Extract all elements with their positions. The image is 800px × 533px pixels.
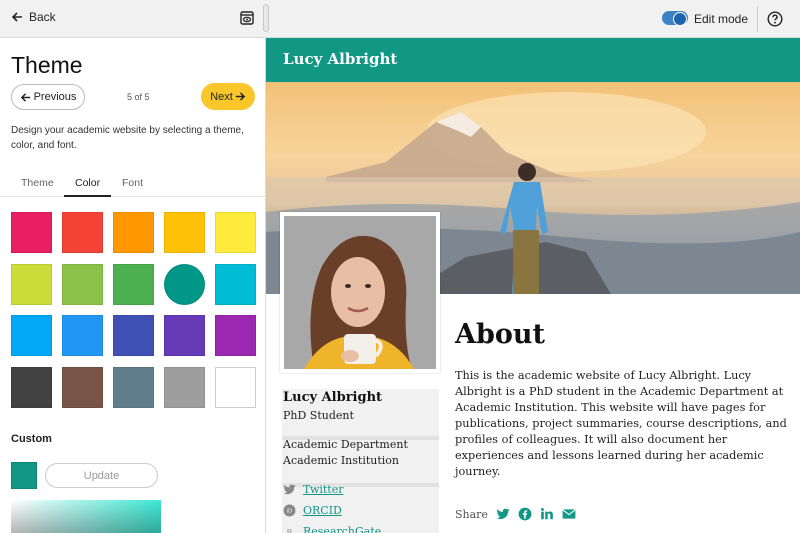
arrow-left-icon — [20, 92, 30, 102]
color-swatch[interactable] — [215, 315, 256, 356]
color-swatch[interactable] — [164, 366, 205, 408]
theme-panel: Theme Previous 5 of 5 Next Design your a… — [0, 38, 266, 533]
profile-link-researchgate[interactable]: R ResearchGate — [283, 525, 381, 533]
custom-color-swatch[interactable] — [11, 462, 37, 489]
color-swatch[interactable] — [62, 212, 103, 253]
share-bar: Share — [455, 507, 576, 521]
profile-department: Academic Department — [283, 438, 408, 451]
about-text: This is the academic website of Lucy Alb… — [455, 369, 787, 478]
panel-title: Theme — [11, 52, 83, 78]
edit-mode-toggle[interactable] — [662, 11, 688, 26]
color-swatch[interactable] — [164, 212, 205, 253]
top-bar: Back Edit mode — [0, 0, 800, 38]
researchgate-link[interactable]: ResearchGate — [303, 525, 381, 533]
next-label: Next — [210, 90, 233, 103]
previous-label: Previous — [33, 91, 77, 103]
researchgate-icon: R — [287, 529, 292, 533]
site-title: Lucy Albright — [283, 50, 398, 68]
color-swatch[interactable] — [11, 315, 52, 356]
profile-link-orcid[interactable]: iD ORCID — [283, 504, 342, 517]
edit-mode-label: Edit mode — [694, 12, 749, 26]
step-counter: 5 of 5 — [127, 92, 150, 102]
about-heading: About — [455, 319, 545, 350]
color-swatch[interactable] — [215, 366, 256, 408]
arrow-left-icon — [11, 12, 22, 22]
tab-color[interactable]: Color — [75, 177, 100, 189]
share-label: Share — [455, 507, 488, 521]
profile-name: Lucy Albright — [283, 390, 383, 405]
color-swatch[interactable] — [164, 315, 205, 356]
color-swatch[interactable] — [215, 212, 256, 253]
arrow-right-icon — [235, 92, 246, 101]
profile-photo — [280, 212, 440, 373]
color-swatch[interactable] — [113, 366, 154, 408]
color-swatch[interactable] — [215, 263, 256, 305]
site-header: Lucy Albright — [266, 38, 800, 82]
orcid-link[interactable]: ORCID — [303, 504, 342, 517]
facebook-icon[interactable] — [518, 507, 532, 521]
tab-theme[interactable]: Theme — [21, 177, 54, 189]
orcid-icon: iD — [283, 504, 296, 517]
tab-bar: Theme Color Font — [0, 171, 265, 197]
twitter-icon[interactable] — [496, 507, 510, 521]
email-icon[interactable] — [562, 507, 576, 521]
linkedin-icon[interactable] — [540, 507, 554, 521]
color-swatch[interactable] — [11, 212, 52, 253]
preview-icon[interactable] — [240, 11, 254, 25]
svg-text:iD: iD — [287, 509, 292, 515]
previous-button[interactable]: Previous — [11, 84, 85, 110]
color-swatch[interactable] — [164, 263, 205, 305]
color-swatch[interactable] — [11, 366, 52, 408]
custom-color-label: Custom — [11, 433, 52, 445]
color-swatch[interactable] — [113, 263, 154, 305]
panel-resize-handle[interactable] — [263, 4, 269, 32]
color-swatch[interactable] — [62, 315, 103, 356]
panel-description: Design your academic website by selectin… — [11, 125, 244, 151]
color-swatch[interactable] — [11, 263, 52, 305]
help-icon[interactable] — [767, 11, 783, 27]
tab-font[interactable]: Font — [122, 177, 143, 189]
active-tab-indicator — [64, 195, 111, 197]
toolbar-divider — [757, 6, 758, 32]
profile-role: PhD Student — [283, 409, 354, 422]
twitter-icon — [283, 484, 296, 495]
color-swatch[interactable] — [113, 212, 154, 253]
svg-text:R: R — [287, 529, 292, 533]
next-button[interactable]: Next — [201, 83, 255, 110]
site-preview: Lucy Albright Lucy Albright PhD Student … — [266, 38, 800, 533]
profile-link-twitter[interactable]: Twitter — [283, 483, 344, 496]
color-swatch[interactable] — [113, 315, 154, 356]
back-button[interactable]: Back — [11, 10, 56, 24]
color-swatch[interactable] — [62, 263, 103, 305]
color-swatch[interactable] — [62, 366, 103, 408]
profile-institution: Academic Institution — [283, 454, 399, 467]
twitter-link[interactable]: Twitter — [303, 483, 344, 496]
color-picker-area[interactable] — [11, 500, 161, 533]
update-button[interactable]: Update — [45, 463, 158, 488]
back-label: Back — [29, 10, 56, 24]
